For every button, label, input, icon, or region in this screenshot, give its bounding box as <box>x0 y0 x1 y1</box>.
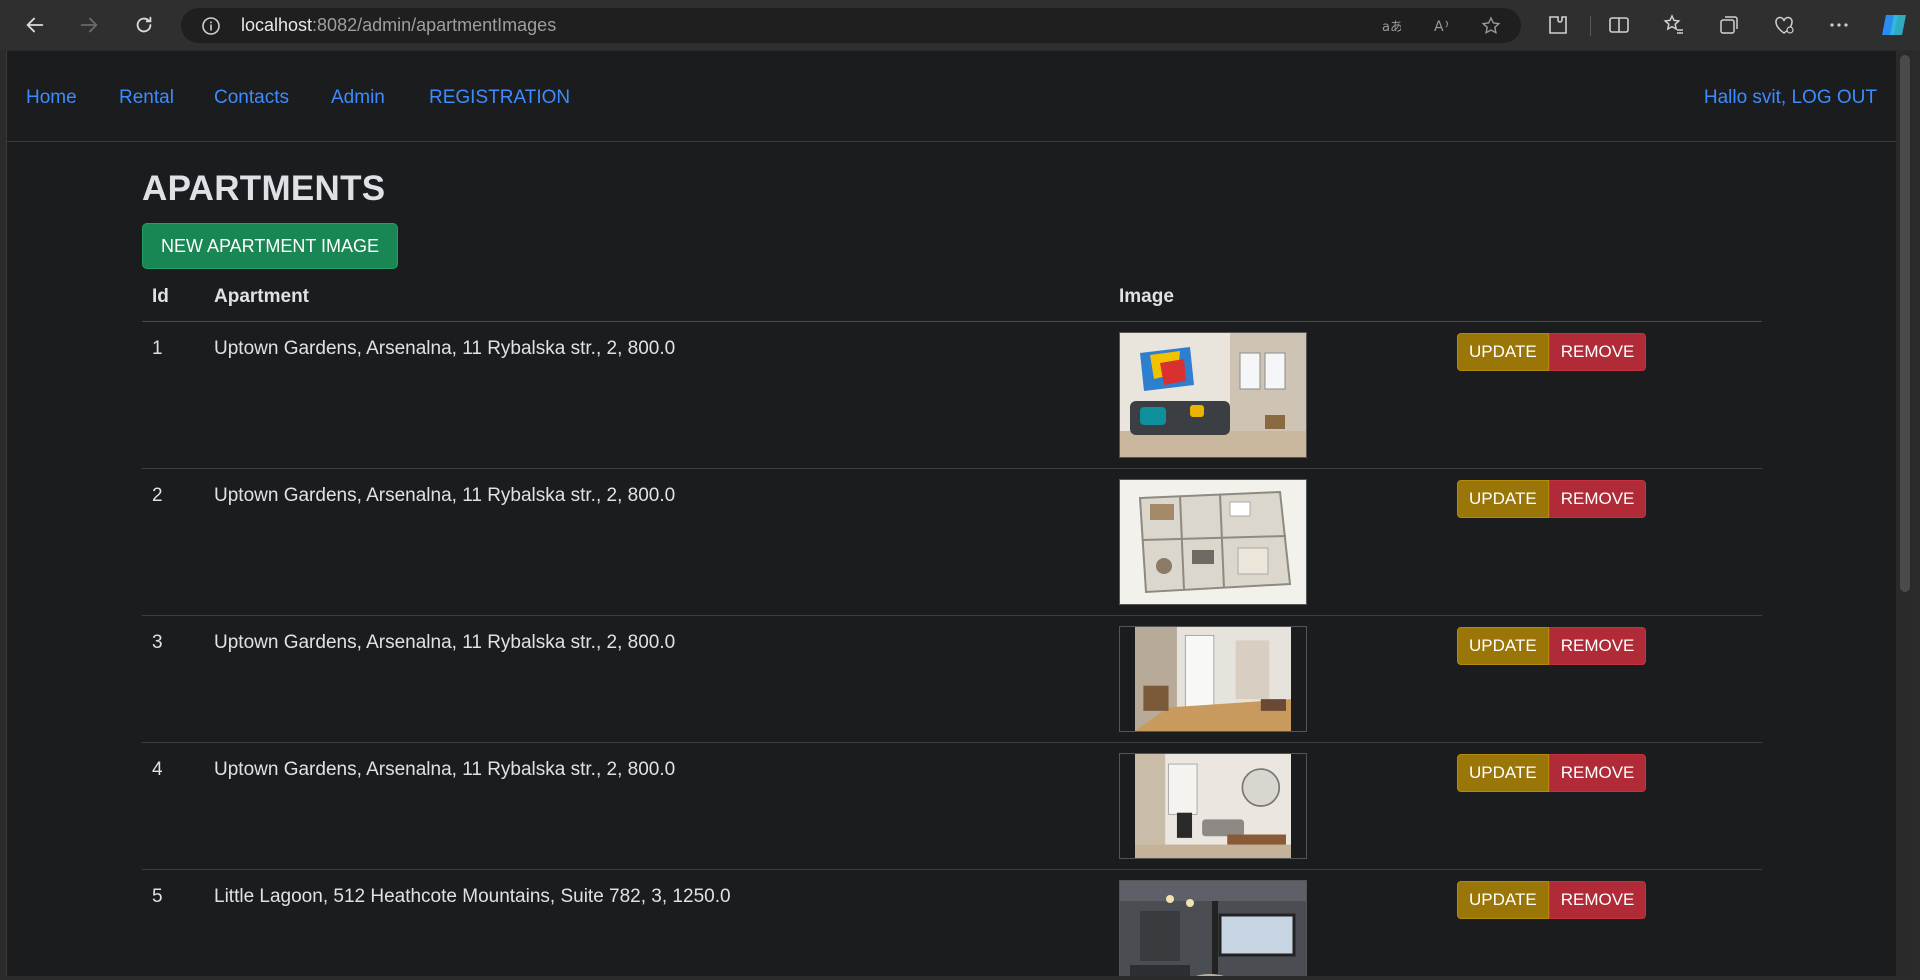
update-button[interactable]: UPDATE <box>1457 627 1549 665</box>
svg-text:aあ: aあ <box>1382 20 1401 35</box>
row-image-cell <box>1109 321 1447 469</box>
row-actions-cell: UPDATE REMOVE <box>1447 321 1762 469</box>
svg-text:A: A <box>1434 19 1444 35</box>
table-header-row: Id Apartment Image <box>142 273 1762 322</box>
vertical-scrollbar[interactable] <box>1896 51 1914 976</box>
row-action-group: UPDATE REMOVE <box>1457 333 1752 371</box>
row-id: 2 <box>142 468 204 616</box>
toolbar-divider <box>1590 16 1591 36</box>
browser-toolbar: localhost:8082/admin/apartmentImages aあ … <box>0 0 1920 50</box>
remove-button[interactable]: REMOVE <box>1548 333 1647 371</box>
header-id: Id <box>142 273 204 322</box>
row-id: 5 <box>142 869 204 976</box>
forward-button[interactable] <box>71 7 107 43</box>
info-icon[interactable] <box>201 16 221 36</box>
page-title: APARTMENTS <box>142 169 386 208</box>
floor-plan-image <box>1119 479 1307 605</box>
table-row: 4 Uptown Gardens, Arsenalna, 11 Rybalska… <box>142 742 1762 870</box>
header-apartment: Apartment <box>204 273 1109 322</box>
row-id: 3 <box>142 615 204 743</box>
nav-link-contacts[interactable]: Contacts <box>214 87 289 109</box>
row-apartment: Uptown Gardens, Arsenalna, 11 Rybalska s… <box>204 742 1109 870</box>
logout-link[interactable]: Hallo svit, LOG OUT <box>1704 87 1877 109</box>
row-actions-cell: UPDATE REMOVE <box>1447 468 1762 616</box>
favorite-star-icon[interactable] <box>1481 16 1501 36</box>
living-dining-image <box>1119 753 1307 859</box>
nav-link-rental[interactable]: Rental <box>119 87 174 109</box>
row-image-cell <box>1109 468 1447 616</box>
living-room-image <box>1119 332 1307 458</box>
header-actions <box>1447 273 1762 322</box>
table-row: 5 Little Lagoon, 512 Heathcote Mountains… <box>142 869 1762 976</box>
row-actions-cell: UPDATE REMOVE <box>1447 742 1762 870</box>
table-row: 1 Uptown Gardens, Arsenalna, 11 Rybalska… <box>142 321 1762 469</box>
remove-button[interactable]: REMOVE <box>1548 627 1647 665</box>
row-image-cell <box>1109 742 1447 870</box>
nav-link-registration[interactable]: REGISTRATION <box>429 87 570 109</box>
page-viewport: Home Rental Contacts Admin REGISTRATION … <box>6 51 1897 976</box>
scrollbar-thumb[interactable] <box>1900 55 1910 592</box>
apartment-images-table: Id Apartment Image 1 Uptown Gardens, Ars… <box>142 273 1762 976</box>
copilot-icon[interactable] <box>1880 11 1908 39</box>
url-text[interactable]: localhost:8082/admin/apartmentImages <box>241 8 556 43</box>
update-button[interactable]: UPDATE <box>1457 754 1549 792</box>
header-image: Image <box>1109 273 1447 322</box>
remove-button[interactable]: REMOVE <box>1548 480 1647 518</box>
nav-link-admin[interactable]: Admin <box>331 87 385 109</box>
row-apartment: Little Lagoon, 512 Heathcote Mountains, … <box>204 869 1109 976</box>
arrow-left-icon <box>26 17 44 33</box>
window-edge <box>0 976 1920 980</box>
table-row: 3 Uptown Gardens, Arsenalna, 11 Rybalska… <box>142 615 1762 743</box>
browser-essentials-icon[interactable] <box>1772 13 1796 37</box>
row-image-cell <box>1109 869 1447 976</box>
remove-button[interactable]: REMOVE <box>1548 754 1647 792</box>
arrow-right-icon <box>80 17 98 33</box>
translate-icon[interactable]: aあ <box>1381 16 1401 36</box>
collections-icon[interactable] <box>1717 13 1741 37</box>
row-id: 1 <box>142 321 204 469</box>
row-action-group: UPDATE REMOVE <box>1457 754 1752 792</box>
top-navbar: Home Rental Contacts Admin REGISTRATION … <box>7 51 1897 142</box>
split-screen-icon[interactable] <box>1607 13 1631 37</box>
favorites-icon[interactable] <box>1662 13 1686 37</box>
row-apartment: Uptown Gardens, Arsenalna, 11 Rybalska s… <box>204 468 1109 616</box>
row-apartment: Uptown Gardens, Arsenalna, 11 Rybalska s… <box>204 321 1109 469</box>
more-options-icon[interactable] <box>1827 13 1851 37</box>
refresh-button[interactable] <box>126 7 162 43</box>
back-button[interactable] <box>17 7 53 43</box>
read-aloud-icon[interactable]: A <box>1432 16 1452 36</box>
hallway-image <box>1119 626 1307 732</box>
table-row: 2 Uptown Gardens, Arsenalna, 11 Rybalska… <box>142 468 1762 616</box>
remove-button[interactable]: REMOVE <box>1548 881 1647 919</box>
row-apartment: Uptown Gardens, Arsenalna, 11 Rybalska s… <box>204 615 1109 743</box>
row-actions-cell: UPDATE REMOVE <box>1447 869 1762 976</box>
row-action-group: UPDATE REMOVE <box>1457 881 1752 919</box>
nav-link-home[interactable]: Home <box>26 87 77 109</box>
row-actions-cell: UPDATE REMOVE <box>1447 615 1762 743</box>
row-id: 4 <box>142 742 204 870</box>
refresh-icon <box>136 16 152 33</box>
tv-room-image <box>1119 880 1307 976</box>
update-button[interactable]: UPDATE <box>1457 881 1549 919</box>
row-image-cell <box>1109 615 1447 743</box>
extensions-icon[interactable] <box>1546 13 1570 37</box>
window-edge <box>1914 51 1920 980</box>
update-button[interactable]: UPDATE <box>1457 333 1549 371</box>
row-action-group: UPDATE REMOVE <box>1457 627 1752 665</box>
address-bar[interactable]: localhost:8082/admin/apartmentImages aあ … <box>181 8 1521 43</box>
update-button[interactable]: UPDATE <box>1457 480 1549 518</box>
row-action-group: UPDATE REMOVE <box>1457 480 1752 518</box>
new-apartment-image-button[interactable]: NEW APARTMENT IMAGE <box>142 223 398 269</box>
